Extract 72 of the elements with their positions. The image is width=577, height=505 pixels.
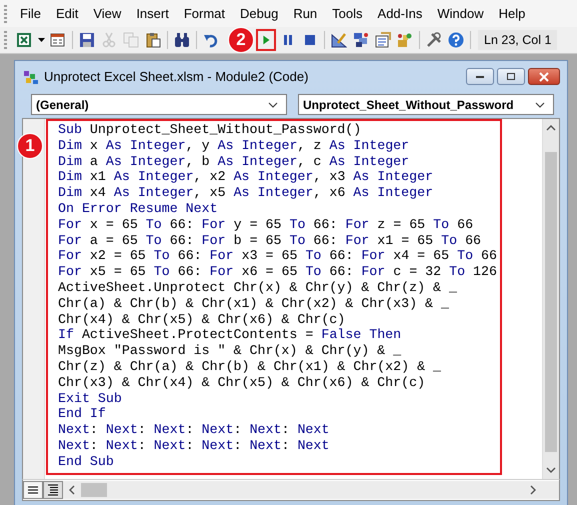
caret-icon [268,102,278,108]
ruler-pencil-icon [331,32,347,48]
code-line: ActiveSheet.Unprotect Chr(x) & Chr(y) & Chr(z) & _ [58,280,458,296]
menu-item[interactable]: Tools [325,6,371,21]
code-line: End Sub [58,454,115,470]
objects-icon [397,32,413,48]
code-line: Dim x4 As Integer, x5 As Integer, x6 As Integer [58,185,434,201]
menu-item[interactable]: Window [430,6,492,21]
menu-item[interactable]: Add-Ins [370,6,430,21]
code-line: If ActiveSheet.ProtectContents = False Then [58,327,402,344]
size-grip[interactable] [542,481,559,499]
stop-icon [302,32,318,48]
code-line: Sub Unprotect_Sheet_Without_Password() [58,122,362,138]
menu-item[interactable]: Edit [48,6,86,21]
code-line: On Error Resume Next [58,200,219,217]
code-line: Next: Next: Next: Next: Next: Next [58,438,330,454]
code-line: For x2 = 65 To 66: For x3 = 65 To 66: For x4 = 65 To 66 [58,248,498,264]
tools-icon [426,32,442,48]
code-line: Dim x As Integer, y As Integer, z As Integer [58,138,410,154]
code-line: Chr(x3) & Chr(x4) & Chr(x5) & Chr(x6) & Chr(c) [58,374,426,391]
play-button[interactable] [256,29,276,51]
menu-item[interactable]: View [86,6,130,21]
code-line: Chr(x4) & Chr(x5) & Chr(x6) & Chr(c) [58,312,346,328]
close-icon [539,72,549,82]
scrollbar-thumb[interactable] [81,483,107,497]
project-icon [353,32,369,48]
window-title: Unprotect Excel Sheet.xlsm - Module2 (Code) [44,69,310,84]
procedure-dropdown[interactable]: Unprotect_Sheet_Without_Password [298,94,554,115]
horizontal-scrollbar[interactable] [63,481,542,499]
code-line: Chr(z) & Chr(a) & Chr(b) & Chr(x1) & Chr(x2) & _ [58,358,442,375]
code-line: Dim a As Integer, b As Integer, c As Integer [58,154,410,170]
minimize-button[interactable] [466,68,494,85]
vertical-scrollbar[interactable] [542,119,559,479]
code-line: Chr(a) & Chr(b) & Chr(x1) & Chr(x2) & Chr(x3) & _ [58,296,450,312]
restore-icon [507,73,515,80]
lines-icon [27,486,39,494]
cursor-position: Ln 23, Col 1 [478,30,558,50]
procedure-view-button[interactable] [23,481,43,499]
undo-icon [203,32,219,48]
menu-item[interactable]: Debug [233,6,286,21]
code-line: For a = 65 To 66: For b = 65 To 66: For x1 = 65 To 66 [58,232,482,248]
caret-icon [535,102,545,108]
object-dropdown[interactable]: (General) [31,94,287,115]
minimize-icon [476,76,484,78]
code-line: Next: Next: Next: Next: Next: Next [58,422,330,438]
close-button[interactable] [528,68,560,85]
menu-item[interactable]: File [13,6,49,21]
code-line: MsgBox "Password is " & Chr(x) & Chr(y) & _ [58,343,402,359]
code-line: Exit Sub [58,390,123,406]
lines-icon [47,484,59,496]
clipboard-icon [145,32,161,48]
menu-item[interactable]: Run [286,6,326,21]
save-icon [79,32,95,48]
module-view-button[interactable] [43,481,63,499]
menu-item[interactable]: Help [492,6,534,21]
restore-button[interactable] [497,68,525,85]
menu-item[interactable]: Insert [129,6,177,21]
scrollbar-thumb[interactable] [545,152,557,452]
form-icon [50,32,66,48]
properties-icon [375,32,391,48]
step-badge: 1 [17,133,43,159]
caret-icon [38,38,44,42]
code-line: For x = 65 To 66: For y = 65 To 66: For z = 65 To 66 [58,216,474,233]
copy-icon [123,32,139,48]
scissors-icon [101,32,117,48]
code-line: For x5 = 65 To 66: For x6 = 65 To 66: For c = 32 To 126 [58,264,498,280]
step-badge: 2 [228,27,254,53]
code-line: End If [58,406,107,422]
menu-item[interactable]: Format [176,6,233,21]
code-line: Dim x1 As Integer, x2 As Integer, x3 As Integer [58,169,434,186]
binoculars-icon [174,32,190,48]
help-icon [448,32,464,48]
